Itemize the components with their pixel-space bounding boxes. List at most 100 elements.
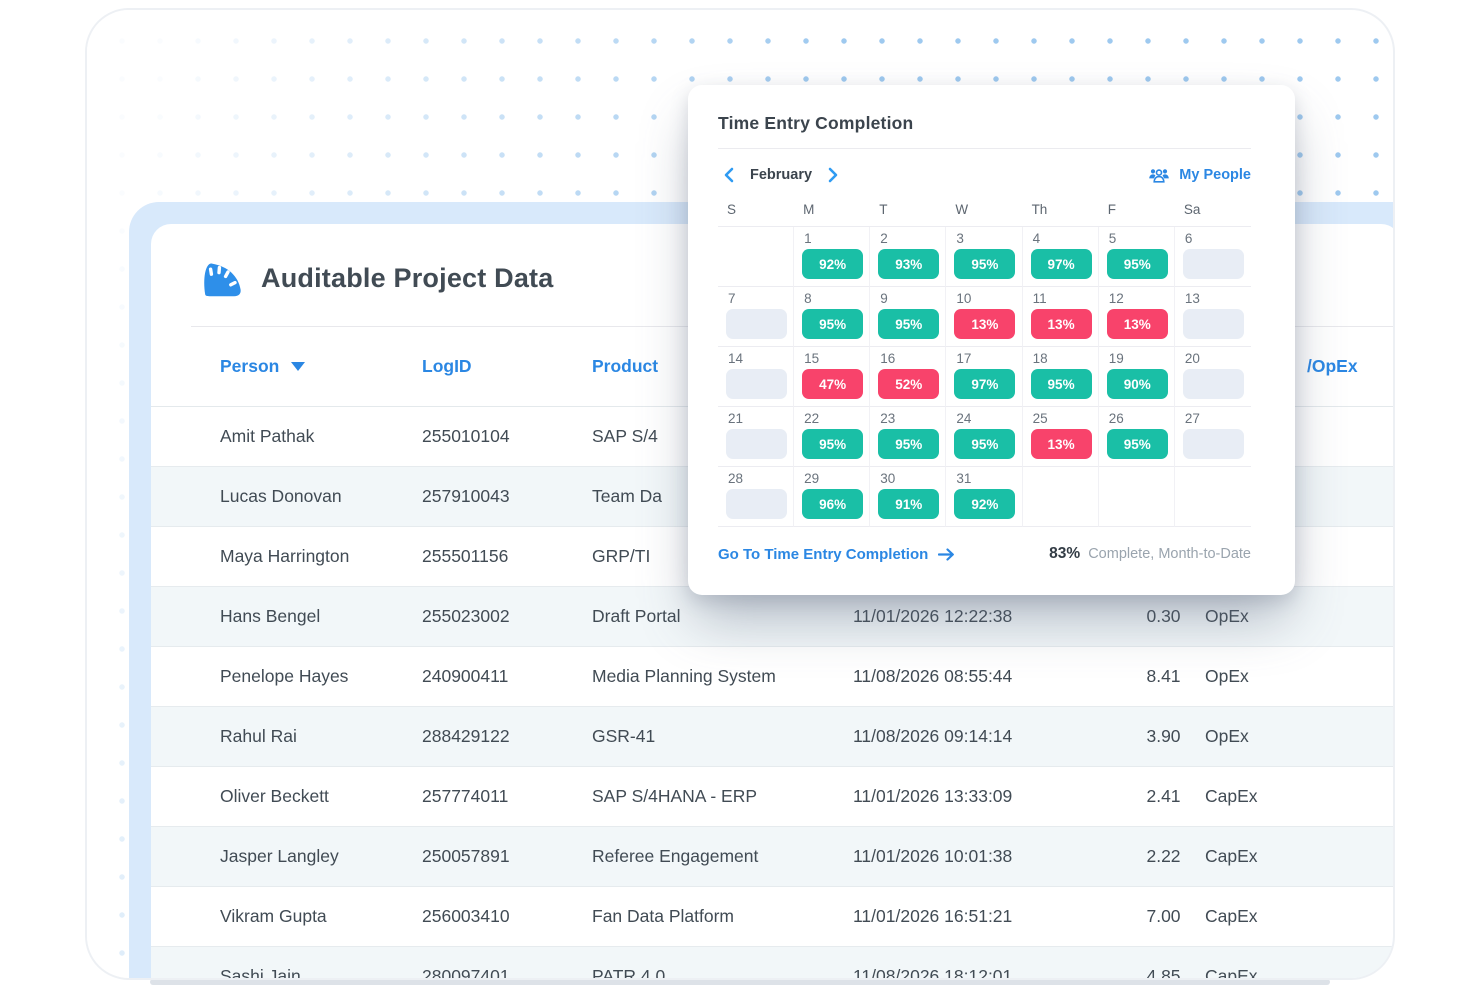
cell-product: SAP S/4HANA - ERP [592, 786, 853, 807]
completion-label: Complete, Month-to-Date [1088, 546, 1251, 562]
cell-person: Rahul Rai [220, 726, 422, 747]
completion-chip[interactable]: 97% [1031, 249, 1092, 279]
day-number: 7 [726, 290, 787, 307]
month-label: February [750, 167, 812, 183]
completion-chip[interactable]: 13% [1031, 309, 1092, 339]
cell-product: PATR 4.0 [592, 966, 853, 980]
completion-chip[interactable]: 93% [878, 249, 939, 279]
day-number: 23 [878, 410, 939, 427]
completion-chip[interactable]: 95% [878, 309, 939, 339]
calendar-footer: Go To Time Entry Completion 83% Complete… [718, 545, 1251, 563]
calendar-day-cell: 20 [1175, 347, 1251, 407]
calendar-day-cell: 192% [794, 227, 870, 287]
calendar-day-cell: 28 [718, 467, 794, 527]
calendar-day-cell: 14 [718, 347, 794, 407]
completion-chip[interactable]: 90% [1107, 369, 1168, 399]
completion-chip[interactable]: 95% [1107, 249, 1168, 279]
completion-chip[interactable]: 95% [1107, 429, 1168, 459]
cell-datetime: 11/01/2026 13:33:09 [853, 786, 1122, 807]
cell-datetime: 11/01/2026 12:22:38 [853, 606, 1122, 627]
completion-chip[interactable]: 92% [954, 489, 1015, 519]
day-number: 20 [1183, 350, 1245, 367]
calendar-day-cell: 1213% [1099, 287, 1175, 347]
day-number: 31 [954, 470, 1015, 487]
cell-capex: OpEx [1205, 726, 1395, 747]
sort-caret-icon[interactable] [291, 362, 305, 371]
cell-datetime: 11/01/2026 16:51:21 [853, 906, 1122, 927]
day-of-week-label: Th [1023, 198, 1099, 226]
completion-chip[interactable]: 13% [1107, 309, 1168, 339]
cell-product: Draft Portal [592, 606, 853, 627]
day-number: 11 [1031, 290, 1092, 307]
calendar-day-cell [1099, 467, 1175, 527]
calendar-day-cell [718, 227, 794, 287]
cell-person: Lucas Donovan [220, 486, 422, 507]
calendar-day-cell: 3091% [870, 467, 946, 527]
table-row: Hans Bengel255023002Draft Portal11/01/20… [151, 587, 1395, 647]
day-number: 15 [802, 350, 863, 367]
day-number: 1 [802, 230, 863, 247]
my-people-button[interactable]: My People [1148, 167, 1251, 184]
calendar-day-cell: 21 [718, 407, 794, 467]
cell-logid: 250057891 [422, 846, 592, 867]
completion-chip[interactable]: 95% [954, 249, 1015, 279]
completion-chip[interactable]: 95% [954, 429, 1015, 459]
table-row: Jasper Langley250057891Referee Engagemen… [151, 827, 1395, 887]
completion-chip[interactable]: 52% [878, 369, 939, 399]
cell-hours: 4.85 [1122, 966, 1205, 980]
column-header-logid[interactable]: LogID [422, 356, 592, 377]
day-number: 5 [1107, 230, 1168, 247]
empty-day-chip [726, 369, 787, 399]
cell-datetime: 11/08/2026 09:14:14 [853, 726, 1122, 747]
completion-chip[interactable]: 96% [802, 489, 863, 519]
cell-logid: 280097401 [422, 966, 592, 980]
cell-hours: 2.41 [1122, 786, 1205, 807]
day-number: 9 [878, 290, 939, 307]
cell-hours: 8.41 [1122, 666, 1205, 687]
cell-hours: 0.30 [1122, 606, 1205, 627]
completion-chip[interactable]: 92% [802, 249, 863, 279]
day-of-week-label: F [1099, 198, 1175, 226]
empty-day-chip [1183, 429, 1244, 459]
calendar-day-cell: 895% [794, 287, 870, 347]
completion-chip[interactable]: 47% [802, 369, 863, 399]
calendar-day-cell: 1113% [1023, 287, 1099, 347]
calendar-day-cell: 1652% [870, 347, 946, 407]
cell-datetime: 11/08/2026 08:55:44 [853, 666, 1122, 687]
table-row: Sashi Jain280097401PATR 4.011/08/2026 18… [151, 947, 1395, 980]
table-row: Rahul Rai288429122GSR-4111/08/2026 09:14… [151, 707, 1395, 767]
day-of-week-label: S [718, 198, 794, 226]
calendar-day-cell: 1547% [794, 347, 870, 407]
empty-day-chip [1183, 309, 1244, 339]
empty-day-chip [726, 309, 787, 339]
calendar-day-cell: 6 [1175, 227, 1251, 287]
completion-chip[interactable]: 95% [878, 429, 939, 459]
cell-logid: 240900411 [422, 666, 592, 687]
cell-person: Sashi Jain [220, 966, 422, 980]
previous-month-button[interactable] [718, 164, 740, 186]
go-to-time-entry-link[interactable]: Go To Time Entry Completion [718, 546, 955, 563]
calendar-day-cell: 497% [1023, 227, 1099, 287]
cell-person: Maya Harrington [220, 546, 422, 567]
cell-person: Vikram Gupta [220, 906, 422, 927]
cell-person: Jasper Langley [220, 846, 422, 867]
completion-chip[interactable]: 13% [1031, 429, 1092, 459]
day-number: 12 [1107, 290, 1168, 307]
completion-chip[interactable]: 95% [1031, 369, 1092, 399]
calendar-title: Time Entry Completion [718, 113, 1251, 134]
day-number: 17 [954, 350, 1015, 367]
next-month-button[interactable] [822, 164, 844, 186]
cell-capex: CapEx [1205, 846, 1395, 867]
column-header-person[interactable]: Person [220, 356, 422, 377]
completion-chip[interactable]: 95% [802, 429, 863, 459]
completion-chip[interactable]: 97% [954, 369, 1015, 399]
empty-day-chip [726, 429, 787, 459]
cell-person: Penelope Hayes [220, 666, 422, 687]
day-number: 24 [954, 410, 1015, 427]
completion-chip[interactable]: 95% [802, 309, 863, 339]
table-row: Penelope Hayes240900411Media Planning Sy… [151, 647, 1395, 707]
completion-chip[interactable]: 91% [878, 489, 939, 519]
cell-person: Hans Bengel [220, 606, 422, 627]
completion-chip[interactable]: 13% [954, 309, 1015, 339]
day-number: 13 [1183, 290, 1245, 307]
